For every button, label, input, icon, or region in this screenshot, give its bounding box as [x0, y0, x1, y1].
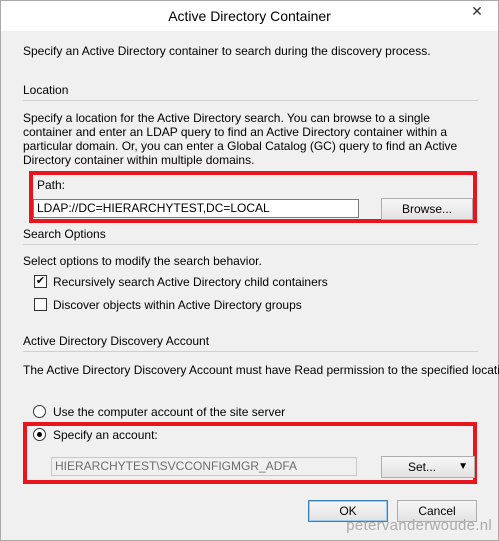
location-description: Specify a location for the Active Direct… — [23, 111, 458, 167]
account-heading: Active Directory Discovery Account — [23, 334, 210, 348]
close-icon: ✕ — [471, 2, 483, 19]
search-options-description: Select options to modify the search beha… — [23, 254, 262, 268]
set-button[interactable]: Set... ▼ — [381, 456, 475, 478]
recursive-label[interactable]: Recursively search Active Directory chil… — [53, 275, 328, 289]
specify-account-label[interactable]: Specify an account: — [53, 428, 158, 442]
window-title: Active Directory Container — [168, 8, 331, 24]
search-options-heading: Search Options — [23, 227, 106, 241]
watermark-text: petervanderwoude.nl — [346, 517, 492, 534]
account-input: HIERARCHYTEST\SVCCONFIGMGR_ADFA — [51, 457, 357, 476]
groups-label[interactable]: Discover objects within Active Directory… — [53, 298, 302, 312]
close-button[interactable]: ✕ — [462, 1, 492, 21]
computer-account-label[interactable]: Use the computer account of the site ser… — [53, 405, 285, 419]
intro-text: Specify an Active Directory container to… — [23, 44, 431, 58]
specify-account-radio[interactable] — [33, 428, 46, 441]
account-separator — [23, 351, 478, 352]
computer-account-radio[interactable] — [33, 405, 46, 418]
dropdown-arrow-icon[interactable]: ▼ — [458, 457, 468, 477]
recursive-checkbox[interactable]: ✔ — [34, 275, 47, 288]
set-button-label: Set... — [408, 460, 437, 474]
dialog-body: Specify an Active Directory container to… — [9, 32, 499, 512]
checkmark-icon: ✔ — [35, 275, 46, 287]
browse-button[interactable]: Browse... — [381, 198, 473, 220]
account-description: The Active Directory Discovery Account m… — [23, 363, 499, 377]
radio-selected-dot — [37, 432, 42, 437]
location-separator — [23, 100, 478, 101]
search-options-separator — [23, 244, 478, 245]
title-bar[interactable]: Active Directory Container ✕ — [1, 1, 498, 31]
groups-checkbox[interactable] — [34, 298, 47, 311]
path-label: Path: — [37, 178, 66, 192]
dialog-window: Active Directory Container ✕ Specify an … — [0, 0, 499, 541]
path-input[interactable]: LDAP://DC=HIERARCHYTEST,DC=LOCAL — [33, 199, 359, 218]
location-heading: Location — [23, 83, 69, 97]
